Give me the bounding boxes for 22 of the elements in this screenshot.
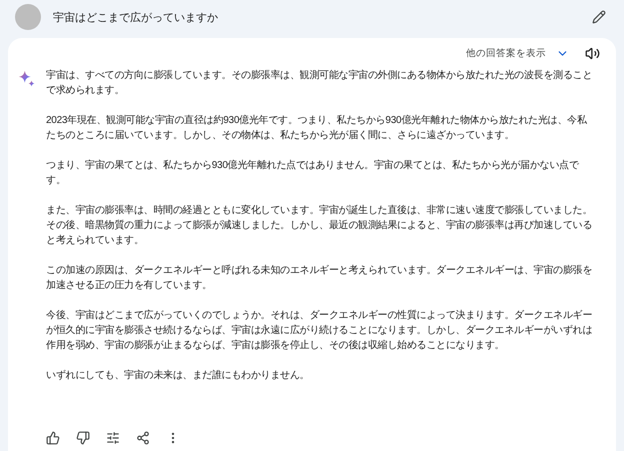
thumbs-down-button[interactable] — [74, 429, 92, 447]
thumbs-up-icon — [46, 431, 60, 445]
user-avatar — [15, 4, 41, 30]
response-paragraph: 宇宙は、すべての方向に膨張しています。その膨張率は、観測可能な宇宙の外側にある物体から放たれた光の波長を測ることで求められます。 — [46, 68, 593, 98]
response-paragraph: この加速の原因は、ダークエネルギーと呼ばれる未知のエネルギーと考えられています。ダークエネルギーは、宇宙の膨張を加速させる正の圧力を有しています。 — [46, 264, 593, 293]
prompt-text: 宇宙はどこまで広がっていますか — [53, 10, 219, 24]
pencil-icon — [592, 10, 606, 24]
response-paragraph: 2023年現在、観測可能な宇宙の直径は約930億光年です。つまり、私たちから930億光年離れた物体から放たれた光は、今私たちのところに届いています。しかし、その物体は、私たちから光が届く間に、さらに遠ざかっています。 — [46, 114, 588, 143]
response-paragraph: 今後、宇宙はどこまで広がっていくのでしょうか。それは、ダークエネルギーの性質によって決まります。ダークエネルギーが恒久的に宇宙を膨張させ続けるならば、宇宙は永遠に広がり続けることになります。しかし、ダークエネルギーがいずれは作用を弱め、宇宙の膨張が止まるならば、宇宙は膨張を停止し、その後は収縮し始めることになります。 — [46, 308, 593, 353]
sparkle-icon — [18, 70, 36, 88]
speaker-icon — [585, 46, 600, 60]
edit-button[interactable] — [590, 8, 608, 26]
sliders-icon — [106, 431, 120, 445]
sliders-button[interactable] — [104, 429, 122, 447]
thumbs-up-button[interactable] — [44, 429, 62, 447]
share-button[interactable] — [134, 429, 152, 447]
response-paragraph: また、宇宙の膨張率は、時間の経過とともに変化しています。宇宙が誕生した直後は、非常に速い速度で膨張していました。その後、暗黒物質の重力によって膨張が減速しました。しかし、最近の観測結果によると、宇宙の膨張率は再び加速していると考えられています。 — [46, 204, 593, 248]
thumbs-down-icon — [76, 431, 90, 445]
share-icon — [136, 431, 150, 445]
show-drafts-button[interactable]: 他の回答案を表示 — [466, 46, 569, 60]
response-paragraph: いずれにしても、宇宙の未来は、まだ誰にもわかりません。 — [46, 368, 310, 383]
response-paragraph: つまり、宇宙の果てとは、私たちから930億光年離れた点ではありません。宇宙の果てとは、私たちから光が届かない点です。 — [46, 158, 580, 188]
